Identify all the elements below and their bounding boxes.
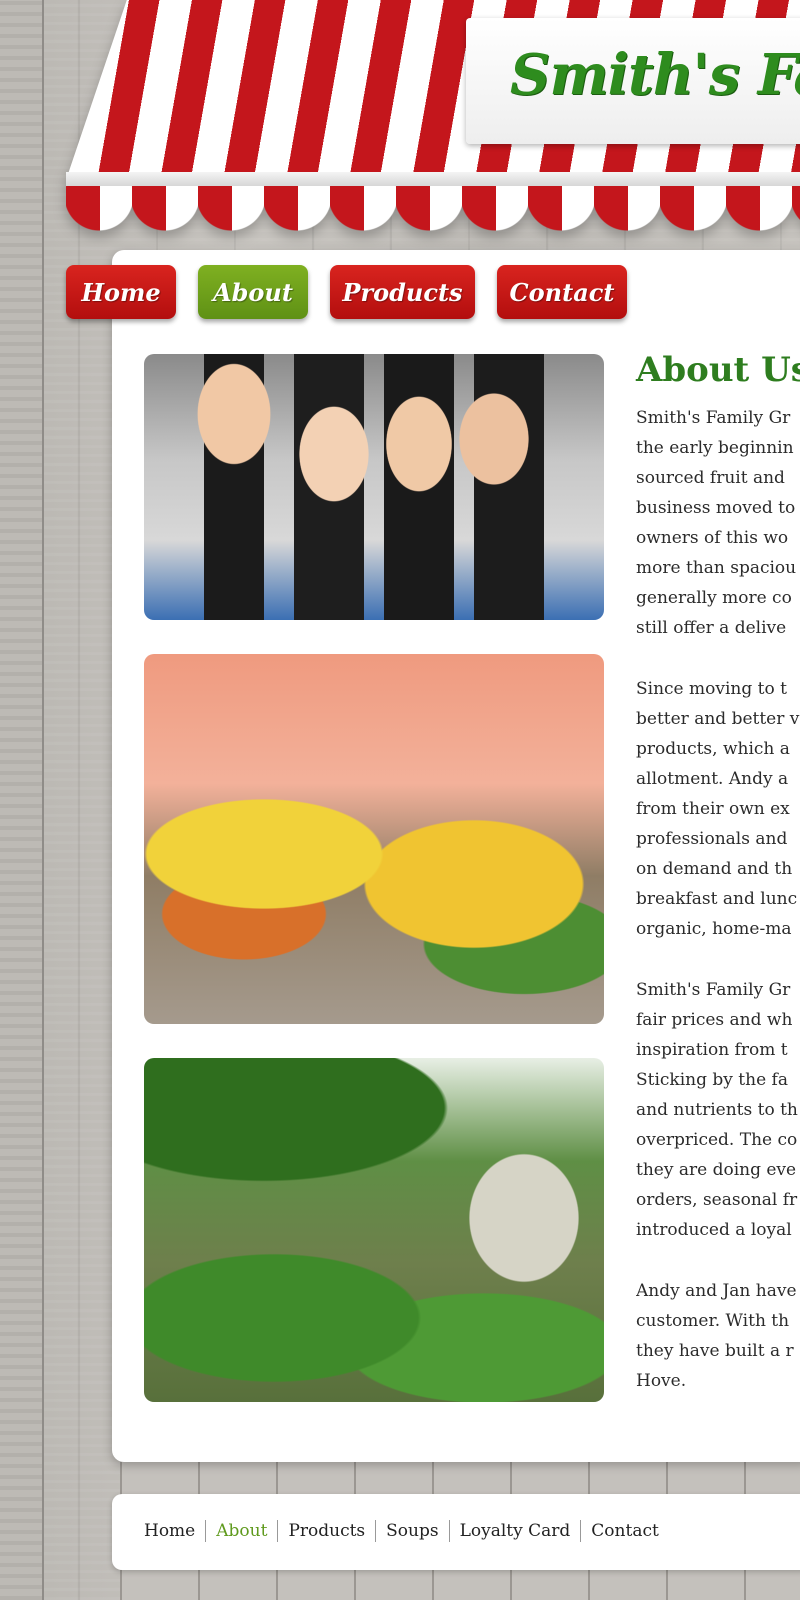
wood-post (0, 0, 44, 1600)
wood-fence-strip (120, 1462, 800, 1498)
footer-separator (277, 1520, 279, 1542)
page-title: About Us (636, 350, 800, 390)
wood-fence-strip (120, 1570, 800, 1600)
nav-home-button[interactable]: Home (66, 265, 176, 319)
nav-products-button[interactable]: Products (330, 265, 475, 319)
allotment-photo (144, 1058, 604, 1402)
footer: Home About Products Soups Loyalty Card C… (112, 1494, 800, 1570)
footer-separator (205, 1520, 207, 1542)
shop-awning: Smith's Family (66, 0, 800, 245)
paragraph-3: Smith's Family Gr fair prices and wh ins… (636, 980, 798, 1240)
site-title: Smith's Family (510, 42, 800, 108)
site-logo-sign[interactable]: Smith's Family (466, 18, 800, 144)
footer-separator (448, 1520, 450, 1542)
footer-link-soups[interactable]: Soups (386, 1521, 438, 1541)
awning-scalloped-edge (66, 186, 800, 236)
awning-band (66, 172, 800, 186)
footer-link-home[interactable]: Home (144, 1521, 195, 1541)
paragraph-1: Smith's Family Gr the early beginnin sou… (636, 408, 797, 638)
staff-photo (144, 354, 604, 620)
nav-contact-button[interactable]: Contact (497, 265, 627, 319)
paragraph-4: Andy and Jan have customer. With th they… (636, 1281, 797, 1391)
footer-separator (580, 1520, 582, 1542)
shop-front-photo (144, 654, 604, 1024)
paragraph-2: Since moving to t better and better v pr… (636, 679, 800, 939)
nav-about-button[interactable]: About (198, 265, 308, 319)
footer-link-products[interactable]: Products (288, 1521, 365, 1541)
footer-link-about[interactable]: About (216, 1521, 267, 1541)
footer-separator (375, 1520, 377, 1542)
footer-nav: Home About Products Soups Loyalty Card C… (144, 1520, 659, 1542)
footer-link-contact[interactable]: Contact (591, 1521, 659, 1541)
footer-link-loyalty-card[interactable]: Loyalty Card (460, 1521, 571, 1541)
